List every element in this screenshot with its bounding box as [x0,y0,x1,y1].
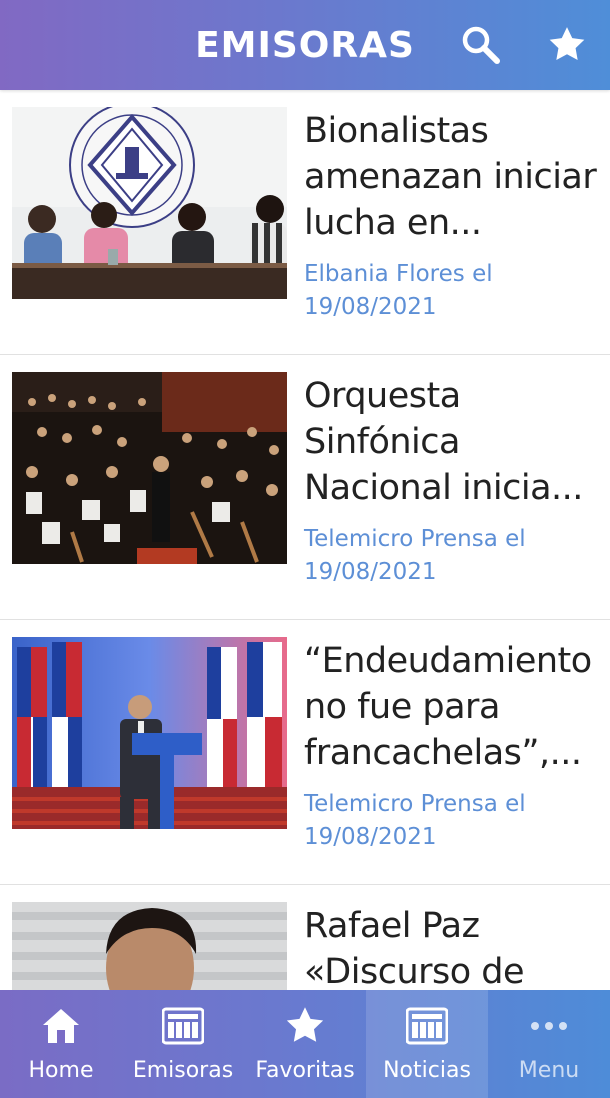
nav-emisoras[interactable]: Emisoras [122,990,244,1098]
search-button[interactable] [454,18,508,72]
news-title: Rafael Paz «Discurso de [304,906,525,990]
nav-home[interactable]: Home [0,990,122,1098]
news-author-date: Telemicro Prensa el 19/08/2021 [304,791,526,850]
news-item[interactable]: Bionalistas amenazan iniciar lucha en...… [0,90,610,355]
home-icon [43,1009,79,1043]
app-root: EMISORAS Bionalistas amenazan iniciar lu… [0,0,610,1098]
news-item[interactable]: “Endeudamiento no fue para francachelas”… [0,620,610,885]
newspaper-icon [162,1007,204,1045]
search-icon [462,26,500,64]
nav-home-label: Home [28,1058,94,1083]
nav-favoritas-label: Favoritas [255,1058,355,1083]
header-title: EMISORAS [195,25,415,66]
news-title: Orquesta Sinfónica Nacional inicia... [304,376,583,508]
news-thumbnail [12,902,287,990]
news-thumbnail [12,372,287,564]
news-author-date: Elbania Flores el 19/08/2021 [304,261,493,320]
news-thumbnail [12,637,287,829]
news-item[interactable]: Rafael Paz «Discurso de [0,885,610,990]
newspaper-icon [406,1007,448,1045]
news-list: Bionalistas amenazan iniciar lucha en...… [0,90,610,990]
nav-menu[interactable]: Menu [488,990,610,1098]
favorites-button[interactable] [540,18,594,72]
star-icon [286,1007,324,1042]
nav-noticias-label: Noticias [383,1058,471,1083]
news-author-date: Telemicro Prensa el 19/08/2021 [304,526,526,585]
nav-noticias[interactable]: Noticias [366,990,488,1098]
nav-favoritas[interactable]: Favoritas [244,990,366,1098]
nav-menu-label: Menu [518,1058,580,1083]
more-dots-icon [531,1022,567,1030]
news-thumbnail [12,107,287,299]
news-title: “Endeudamiento no fue para francachelas”… [304,641,592,773]
star-icon [549,27,585,61]
bottom-navigation: Home Emisoras Favoritas Noticias Menu [0,990,610,1098]
app-header: EMISORAS [0,0,610,90]
news-item[interactable]: Orquesta Sinfónica Nacional inicia... Te… [0,355,610,620]
news-title: Bionalistas amenazan iniciar lucha en... [304,111,597,243]
nav-emisoras-label: Emisoras [132,1058,234,1083]
